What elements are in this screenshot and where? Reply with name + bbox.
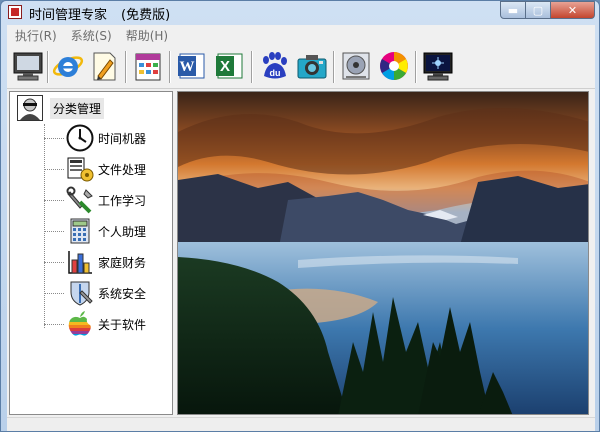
tree-item-family-finance[interactable]: 家庭财务 bbox=[44, 248, 146, 276]
minimize-button[interactable]: ▬ bbox=[500, 1, 526, 19]
tree-root-node[interactable]: 分类管理 bbox=[16, 94, 105, 122]
notepad-button[interactable] bbox=[87, 49, 121, 83]
menu-execute[interactable]: 执行(R) bbox=[15, 27, 57, 44]
tree-item-label: 时间机器 bbox=[98, 131, 147, 146]
toolbar-separator bbox=[169, 51, 171, 83]
category-tree[interactable]: 分类管理 时间机器 文件处理 工作学习 个人助理 家庭财务 系统安全 关于软件 bbox=[9, 91, 173, 415]
status-bar bbox=[7, 417, 595, 431]
baidu-button[interactable]: du bbox=[257, 49, 291, 83]
svg-text:W: W bbox=[180, 59, 195, 75]
excel-icon: X bbox=[216, 53, 243, 79]
media-player-button[interactable] bbox=[339, 49, 373, 83]
title-bar[interactable]: 时间管理专家 (免费版) ▬ ▢ ✕ bbox=[1, 1, 599, 23]
clock-icon bbox=[66, 124, 94, 152]
toolbar-separator bbox=[415, 51, 417, 83]
svg-text:X: X bbox=[220, 58, 230, 75]
menu-system[interactable]: 系统(S) bbox=[71, 27, 112, 44]
screensaver-icon bbox=[423, 52, 453, 81]
tree-branch-line bbox=[44, 261, 64, 263]
tree-branch-line bbox=[44, 199, 64, 201]
color-wheel-button[interactable] bbox=[377, 49, 411, 83]
app-icon[interactable] bbox=[8, 5, 22, 19]
toolbar: W X du bbox=[7, 45, 595, 89]
close-button[interactable]: ✕ bbox=[551, 1, 595, 19]
toolbar-separator bbox=[251, 51, 253, 83]
toolbar-separator bbox=[125, 51, 127, 83]
svg-text:du: du bbox=[270, 68, 281, 78]
tree-item-label: 系统安全 bbox=[98, 286, 147, 301]
user-avatar-icon bbox=[16, 94, 44, 122]
tree-root-label: 分类管理 bbox=[50, 97, 105, 119]
calendar-button[interactable] bbox=[131, 49, 165, 83]
tree-item-system-security[interactable]: 系统安全 bbox=[44, 279, 146, 307]
tree-item-file-processing[interactable]: 文件处理 bbox=[44, 155, 146, 183]
tree-item-label: 家庭财务 bbox=[98, 255, 147, 270]
tree-item-about-software[interactable]: 关于软件 bbox=[44, 310, 146, 338]
internet-explorer-icon bbox=[52, 56, 84, 77]
tree-branch-line bbox=[44, 137, 64, 139]
app-window: 时间管理专家 (免费版) ▬ ▢ ✕ 执行(R) 系统(S) 帮助(H) W X… bbox=[0, 0, 600, 432]
edition-label: (免费版) bbox=[121, 8, 171, 23]
baidu-icon: du bbox=[263, 52, 287, 79]
tree-branch-line bbox=[44, 230, 64, 232]
tree-item-label: 工作学习 bbox=[98, 193, 147, 208]
file-processing-icon bbox=[66, 155, 94, 183]
tree-branch-line bbox=[44, 323, 64, 325]
main-content: 分类管理 时间机器 文件处理 工作学习 个人助理 家庭财务 系统安全 关于软件 bbox=[7, 89, 595, 417]
tree-item-label: 个人助理 bbox=[98, 224, 147, 239]
tree-item-label: 关于软件 bbox=[98, 317, 147, 332]
monitor-icon bbox=[13, 52, 43, 81]
tree-item-label: 文件处理 bbox=[98, 162, 147, 177]
notepad-icon bbox=[93, 52, 116, 81]
tools-icon bbox=[66, 186, 94, 214]
title-label: 时间管理专家 bbox=[29, 8, 108, 23]
maximize-button[interactable]: ▢ bbox=[526, 1, 551, 19]
monitor-button[interactable] bbox=[11, 49, 45, 83]
apple-logo-icon bbox=[66, 310, 94, 338]
tree-item-time-machine[interactable]: 时间机器 bbox=[44, 124, 146, 152]
media-player-icon bbox=[342, 52, 370, 80]
landscape-preview-image bbox=[177, 91, 589, 415]
window-controls: ▬ ▢ ✕ bbox=[500, 1, 595, 19]
bar-chart-icon bbox=[66, 248, 94, 276]
menu-bar: 执行(R) 系统(S) 帮助(H) bbox=[7, 25, 595, 45]
shield-icon bbox=[66, 279, 94, 307]
toolbar-separator bbox=[47, 51, 49, 83]
camera-icon bbox=[297, 55, 327, 79]
word-icon: W bbox=[178, 53, 205, 79]
tree-branch-line bbox=[44, 292, 64, 294]
screensaver-button[interactable] bbox=[421, 49, 455, 83]
mountain-lake-landscape bbox=[178, 92, 588, 414]
calendar-icon bbox=[135, 53, 161, 81]
color-wheel-icon bbox=[380, 52, 408, 80]
tree-item-personal-assistant[interactable]: 个人助理 bbox=[44, 217, 146, 245]
word-button[interactable]: W bbox=[175, 49, 209, 83]
tree-item-work-study[interactable]: 工作学习 bbox=[44, 186, 146, 214]
window-title: 时间管理专家 (免费版) bbox=[29, 4, 170, 23]
excel-button[interactable]: X bbox=[213, 49, 247, 83]
menu-help[interactable]: 帮助(H) bbox=[126, 27, 168, 44]
camera-button[interactable] bbox=[295, 49, 329, 83]
calculator-icon bbox=[66, 217, 94, 245]
internet-explorer-button[interactable] bbox=[51, 49, 85, 83]
tree-branch-line bbox=[44, 168, 64, 170]
toolbar-separator bbox=[333, 51, 335, 83]
